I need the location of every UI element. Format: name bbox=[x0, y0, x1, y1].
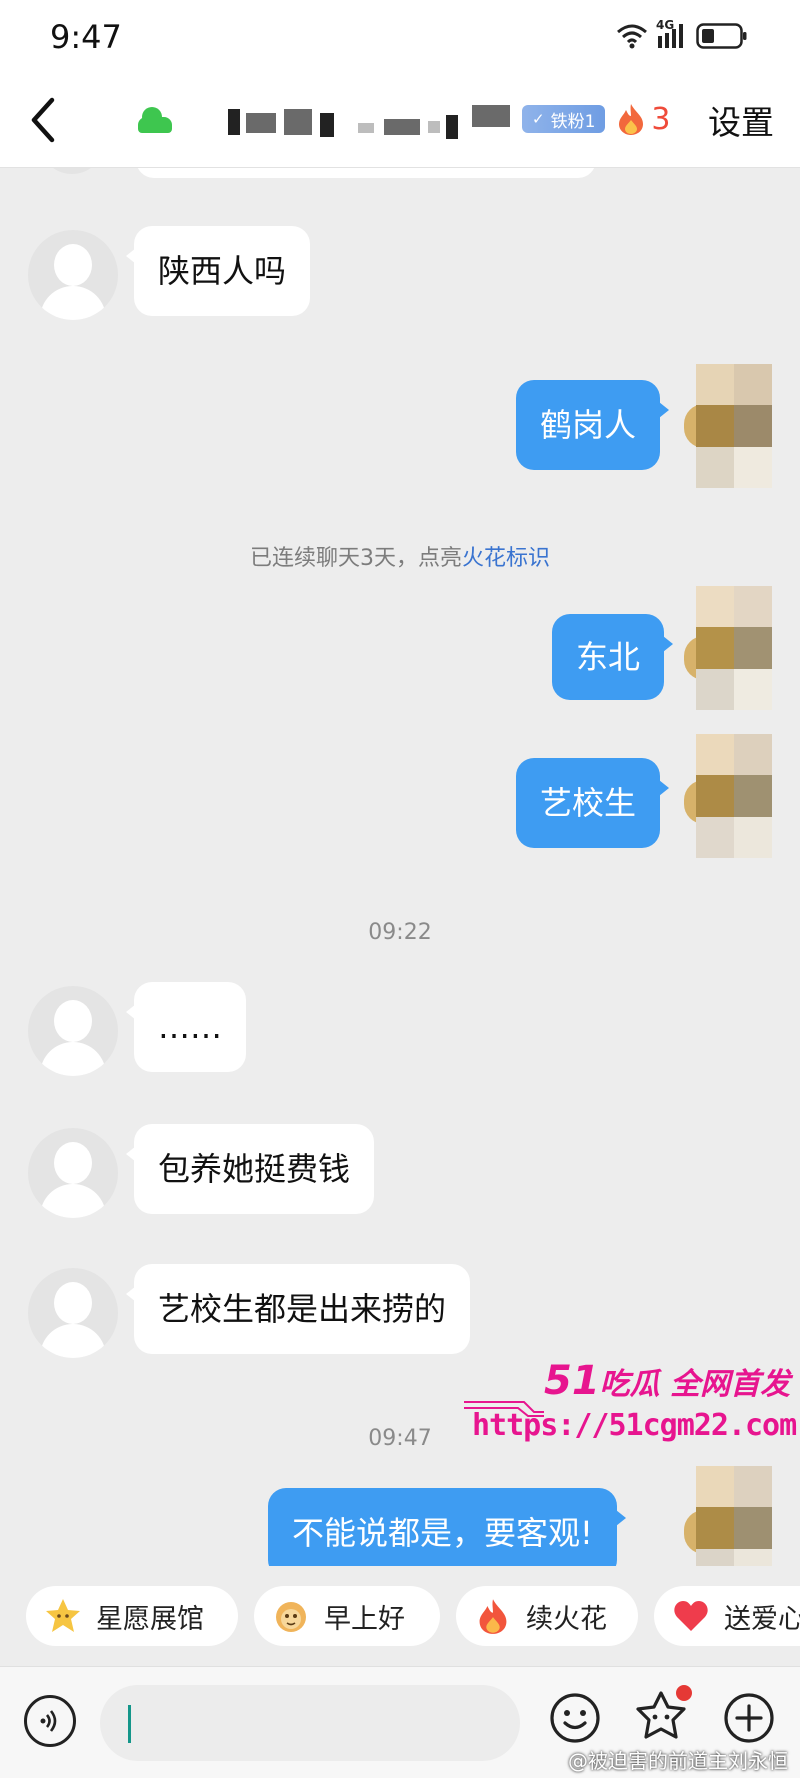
battery-icon bbox=[696, 22, 748, 50]
chip-label: 送爱心 bbox=[724, 1603, 800, 1635]
flame-icon bbox=[619, 104, 644, 135]
quick-action-good-morning[interactable]: 早上好 bbox=[254, 1586, 440, 1646]
weibo-credit: @被迫害的前道主刘永恒 bbox=[568, 1749, 788, 1773]
fan-badge-label: 铁粉1 bbox=[550, 111, 596, 132]
status-bar: 9:47 4G bbox=[0, 0, 800, 70]
message-bubble[interactable]: 鹤岗人 bbox=[516, 380, 670, 470]
message-bubble[interactable]: 艺校生都是出来捞的 bbox=[125, 1264, 471, 1354]
message-bubble[interactable]: …… bbox=[126, 982, 246, 1072]
star-face-icon bbox=[44, 1597, 82, 1635]
watermark-url: https://51cgm22.com bbox=[472, 1408, 797, 1443]
message-bubble[interactable]: 艺校生 bbox=[516, 758, 670, 848]
settings-button[interactable]: 设置 bbox=[708, 96, 774, 144]
my-avatar[interactable] bbox=[696, 734, 772, 858]
contact-title[interactable]: ✓ 铁粉1 3 bbox=[138, 96, 671, 142]
watermark-title: 51吃瓜 全网首发 bbox=[544, 1358, 790, 1404]
message-input[interactable] bbox=[100, 1685, 520, 1761]
sun-face-icon bbox=[272, 1597, 310, 1635]
watermark-number: 51 bbox=[544, 1358, 600, 1404]
chip-label: 星愿展馆 bbox=[96, 1603, 204, 1635]
network-label: 4G bbox=[656, 18, 675, 32]
contact-avatar[interactable] bbox=[28, 230, 118, 320]
my-avatar[interactable] bbox=[696, 586, 772, 710]
quick-action-star-gallery[interactable]: 星愿展馆 bbox=[26, 1586, 238, 1646]
fan-badge: ✓ 铁粉1 bbox=[522, 105, 606, 133]
back-button[interactable] bbox=[22, 92, 72, 148]
text-cursor bbox=[128, 1705, 131, 1743]
contact-avatar[interactable] bbox=[28, 1128, 118, 1218]
message-bubble[interactable]: 东北 bbox=[552, 614, 674, 700]
message-bubble[interactable]: 不能说都是，要客观! bbox=[268, 1488, 626, 1568]
signal-icon: 4G bbox=[656, 18, 688, 50]
flame-icon bbox=[474, 1597, 512, 1635]
streak-system-note: 已连续聊天3天，点亮火花标识 bbox=[0, 540, 800, 572]
watermark: 51吃瓜 全网首发 https://51cgm22.com bbox=[464, 1358, 797, 1458]
input-bar: @被迫害的前道主刘永恒 bbox=[0, 1666, 800, 1778]
voice-button[interactable] bbox=[24, 1695, 76, 1747]
previous-message-clipped bbox=[136, 168, 596, 178]
voice-wave-icon bbox=[40, 1710, 57, 1732]
quick-action-send-love[interactable]: 送爱心 bbox=[654, 1586, 800, 1646]
chat-header: ✓ 铁粉1 3 设置 bbox=[0, 70, 800, 168]
notification-dot bbox=[676, 1685, 692, 1701]
quick-actions-bar: 星愿展馆 早上好 续火花 送爱心 bbox=[0, 1566, 800, 1666]
message-bubble[interactable]: 包养她挺费钱 bbox=[125, 1124, 375, 1214]
spark-badge-link[interactable]: 火花标识 bbox=[462, 546, 550, 571]
my-avatar[interactable] bbox=[696, 1466, 772, 1568]
chip-label: 续火花 bbox=[526, 1603, 607, 1635]
quick-action-continue-spark[interactable]: 续火花 bbox=[456, 1586, 638, 1646]
status-time: 9:47 bbox=[50, 18, 122, 56]
chevron-left-icon bbox=[31, 97, 55, 143]
timestamp: 09:22 bbox=[368, 920, 432, 945]
message-bubble[interactable]: 陕西人吗 bbox=[125, 226, 311, 316]
previous-avatar-clipped bbox=[44, 168, 100, 174]
status-icons: 4G bbox=[616, 18, 748, 52]
online-status-icon bbox=[138, 105, 174, 133]
watermark-title-text: 吃瓜 全网首发 bbox=[599, 1367, 791, 1402]
streak-count: 3 bbox=[651, 101, 671, 137]
wifi-icon bbox=[616, 23, 648, 49]
contact-avatar[interactable] bbox=[28, 986, 118, 1076]
system-note-text: 已连续聊天3天，点亮 bbox=[249, 546, 462, 571]
contact-avatar[interactable] bbox=[28, 1268, 118, 1358]
emoji-icon[interactable] bbox=[548, 1691, 602, 1745]
heart-icon bbox=[672, 1597, 710, 1635]
plus-icon[interactable] bbox=[722, 1691, 776, 1745]
chip-label: 早上好 bbox=[324, 1603, 405, 1635]
my-avatar[interactable] bbox=[696, 364, 772, 488]
contact-name-redacted bbox=[188, 99, 518, 139]
check-icon: ✓ bbox=[532, 110, 545, 128]
